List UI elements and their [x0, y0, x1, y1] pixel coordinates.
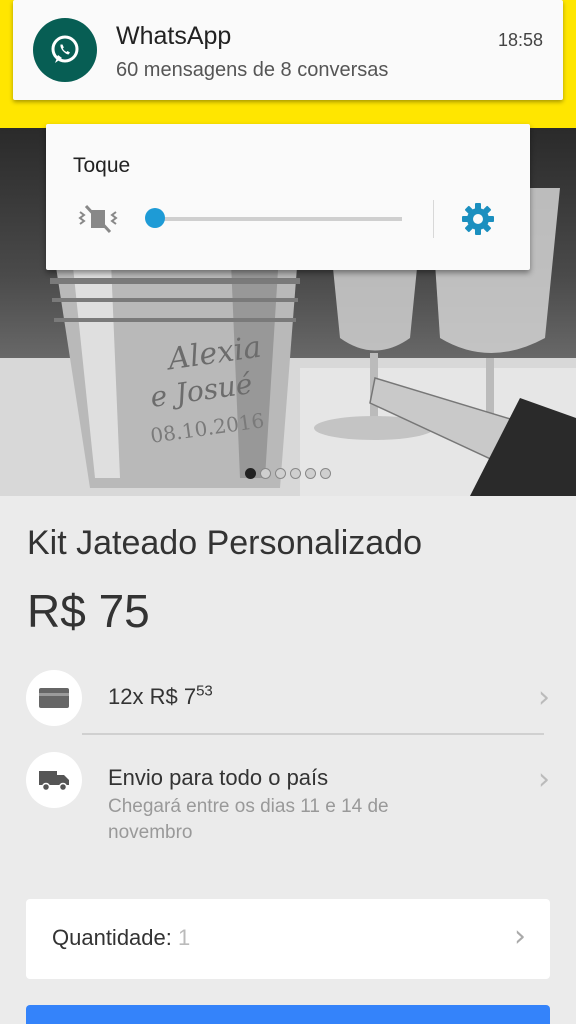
gallery-page-indicator[interactable]: [0, 468, 576, 479]
volume-divider: [433, 200, 434, 238]
installments-prefix: 12x R$ 7: [108, 684, 197, 709]
chevron-right-icon: ›: [538, 680, 550, 715]
gear-icon[interactable]: [460, 201, 496, 242]
credit-card-icon: [26, 670, 82, 726]
product-price: R$ 75: [27, 585, 150, 637]
quantity-value: 1: [178, 925, 191, 950]
vibrate-mute-icon[interactable]: [76, 204, 120, 239]
product-title: Kit Jateado Personalizado: [27, 524, 423, 562]
page-dot: [245, 468, 256, 479]
shipping-detail: Chegará entre os dias 11 e 14 de novembr…: [108, 796, 389, 843]
volume-stream-label: Toque: [73, 154, 131, 177]
notification-time: 18:58: [497, 30, 543, 50]
quantity-label-text: Quantidade:: [52, 925, 172, 950]
page-dot: [305, 468, 316, 479]
shipping-title: Envio para todo o país: [108, 765, 329, 790]
installments-row[interactable]: 12x R$ 753 ›: [0, 668, 576, 728]
notification-app-name: WhatsApp: [116, 22, 232, 50]
quantity-selector[interactable]: Quantidade: 1 ›: [26, 899, 550, 979]
volume-slider-thumb[interactable]: [145, 208, 165, 228]
page-dot: [320, 468, 331, 479]
installments-text: 12x R$ 753: [108, 684, 213, 710]
installments-cents: 53: [196, 682, 213, 700]
whatsapp-icon: [33, 18, 97, 82]
page-dot: [290, 468, 301, 479]
chevron-right-icon: ›: [514, 919, 526, 954]
page-dot: [260, 468, 271, 479]
chevron-right-icon: ›: [538, 762, 550, 797]
notification-text: 60 mensagens de 8 conversas: [116, 59, 389, 81]
quantity-label: Quantidade: 1: [52, 925, 190, 951]
whatsapp-notification[interactable]: WhatsApp 18:58 60 mensagens de 8 convers…: [13, 0, 563, 100]
truck-icon: [26, 752, 82, 808]
volume-panel: Toque: [46, 124, 530, 270]
page-dot: [275, 468, 286, 479]
buy-button[interactable]: [26, 1005, 550, 1024]
divider: [82, 733, 544, 735]
shipping-row[interactable]: Envio para todo o país Chegará entre os …: [0, 750, 576, 850]
volume-slider-track[interactable]: [154, 217, 402, 221]
